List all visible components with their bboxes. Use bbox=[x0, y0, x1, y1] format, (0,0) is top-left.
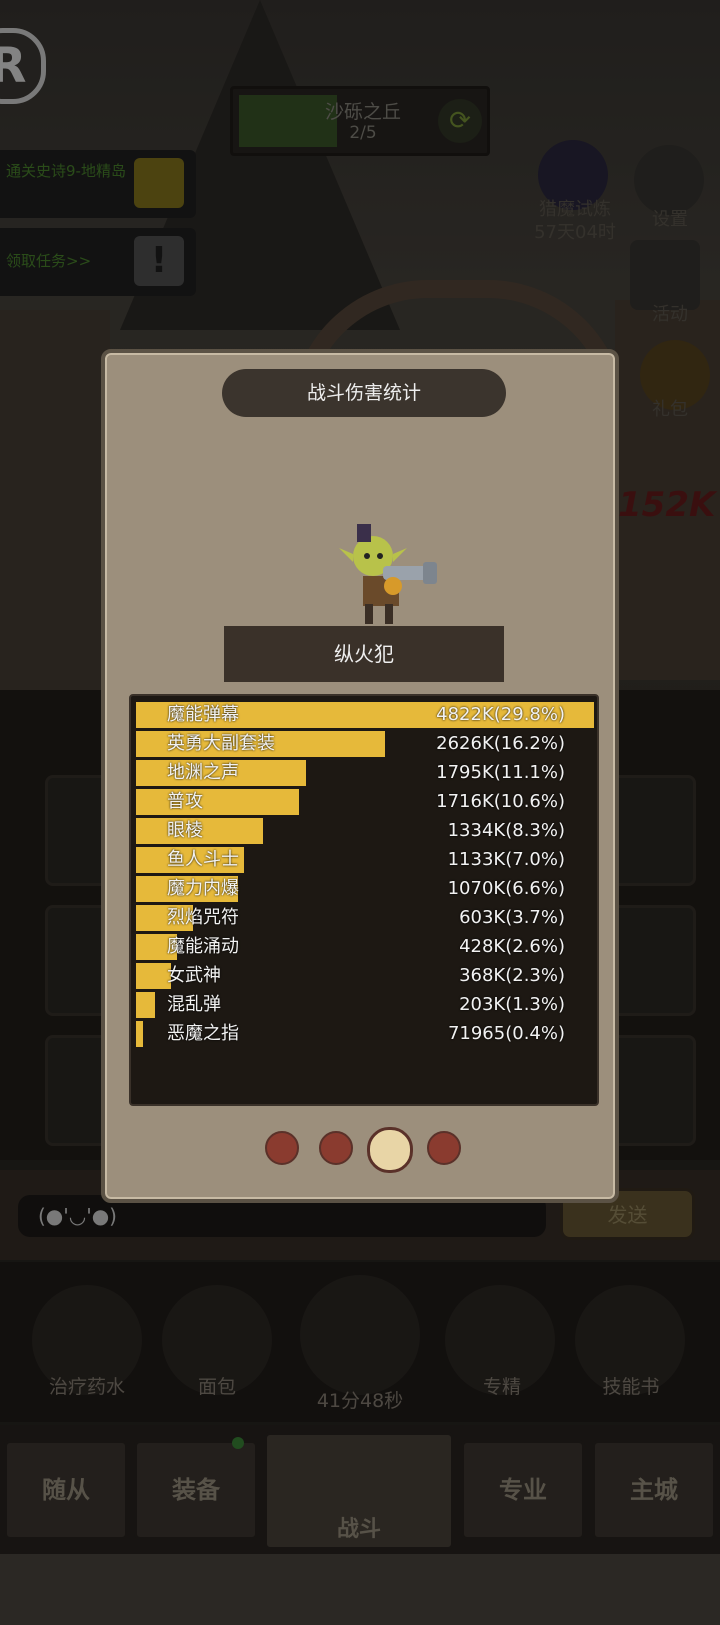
modal-title: 战斗伤害统计 bbox=[222, 369, 506, 417]
damage-row: 女武神 368K(2.3%) bbox=[131, 963, 597, 989]
skill-name: 眼棱 bbox=[167, 820, 203, 841]
skill-name: 恶魔之指 bbox=[167, 1023, 239, 1044]
damage-value: 428K(2.6%) bbox=[459, 936, 565, 957]
damage-row: 地渊之声 1795K(11.1%) bbox=[131, 760, 597, 786]
hero-portrait bbox=[339, 524, 437, 624]
damage-value: 1334K(8.3%) bbox=[447, 820, 565, 841]
hero-name: 纵火犯 bbox=[224, 626, 504, 682]
damage-row: 魔力内爆 1070K(6.6%) bbox=[131, 876, 597, 902]
skill-name: 英勇大副套装 bbox=[167, 733, 275, 754]
page-dot[interactable] bbox=[427, 1131, 461, 1165]
damage-value: 4822K(29.8%) bbox=[436, 704, 565, 725]
skill-name: 魔能弹幕 bbox=[167, 704, 239, 725]
skill-name: 烈焰咒符 bbox=[167, 907, 239, 928]
damage-row: 魔能弹幕 4822K(29.8%) bbox=[131, 702, 597, 728]
damage-bar bbox=[136, 789, 299, 815]
damage-row: 烈焰咒符 603K(3.7%) bbox=[131, 905, 597, 931]
skill-name: 魔能涌动 bbox=[167, 936, 239, 957]
damage-value: 603K(3.7%) bbox=[459, 907, 565, 928]
damage-row: 恶魔之指 71965(0.4%) bbox=[131, 1021, 597, 1047]
damage-value: 1716K(10.6%) bbox=[436, 791, 565, 812]
damage-row: 普攻 1716K(10.6%) bbox=[131, 789, 597, 815]
damage-value: 203K(1.3%) bbox=[459, 994, 565, 1015]
damage-row: 英勇大副套装 2626K(16.2%) bbox=[131, 731, 597, 757]
damage-stats-modal: 战斗伤害统计 纵火犯 魔能弹幕 4822K(29.8%) 英勇大副套装 2626K(1… bbox=[101, 349, 619, 1203]
damage-row: 混乱弹 203K(1.3%) bbox=[131, 992, 597, 1018]
skill-name: 普攻 bbox=[167, 791, 203, 812]
damage-bar bbox=[136, 963, 171, 989]
skill-name: 女武神 bbox=[167, 965, 221, 986]
damage-value: 368K(2.3%) bbox=[459, 965, 565, 986]
damage-bar bbox=[136, 1021, 143, 1047]
page-dot[interactable] bbox=[265, 1131, 299, 1165]
skill-name: 地渊之声 bbox=[167, 762, 239, 783]
damage-row: 眼棱 1334K(8.3%) bbox=[131, 818, 597, 844]
damage-row: 鱼人斗士 1133K(7.0%) bbox=[131, 847, 597, 873]
damage-row: 魔能涌动 428K(2.6%) bbox=[131, 934, 597, 960]
skill-name: 魔力内爆 bbox=[167, 878, 239, 899]
damage-chart-panel: 魔能弹幕 4822K(29.8%) 英勇大副套装 2626K(16.2%) 地渊之声 17… bbox=[129, 694, 599, 1106]
damage-value: 1070K(6.6%) bbox=[447, 878, 565, 899]
damage-value: 2626K(16.2%) bbox=[436, 733, 565, 754]
skill-name: 鱼人斗士 bbox=[167, 849, 239, 870]
page-dot[interactable] bbox=[319, 1131, 353, 1165]
damage-value: 1795K(11.1%) bbox=[436, 762, 565, 783]
page-dot-active[interactable] bbox=[367, 1127, 413, 1173]
damage-value: 1133K(7.0%) bbox=[447, 849, 565, 870]
damage-value: 71965(0.4%) bbox=[447, 1023, 565, 1044]
skill-name: 混乱弹 bbox=[167, 994, 221, 1015]
damage-bar bbox=[136, 992, 155, 1018]
